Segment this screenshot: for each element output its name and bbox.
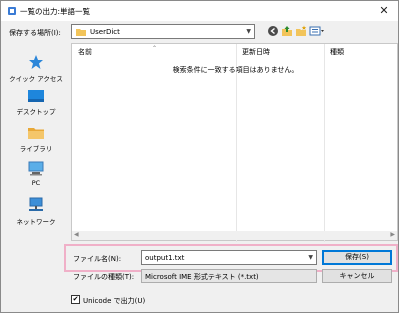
horizontal-scrollbar[interactable]: ◀ ▶: [72, 231, 397, 240]
save-button[interactable]: 保存(S): [322, 250, 392, 265]
save-location-select[interactable]: UserDict ▼: [71, 24, 255, 39]
places-sidebar: クイック アクセス デスクトップ ライブラリ PC ネットワーク: [1, 43, 71, 241]
save-dialog: 一覧の出力:単語一覧 ✕ 保存する場所(I): UserDict ▼ クイック …: [0, 0, 399, 313]
file-list[interactable]: 名前 ⌃ 更新日時 種類 検索条件に一致する項目はありません。 ◀ ▶: [71, 43, 398, 242]
filename-input[interactable]: [142, 251, 305, 264]
empty-message: 検索条件に一致する項目はありません。: [172, 66, 299, 74]
star-icon: [29, 55, 43, 69]
column-header-type[interactable]: 種類: [324, 44, 397, 60]
filename-label: ファイル名(N):: [73, 255, 122, 263]
save-location-value: UserDict: [90, 28, 120, 36]
computer-icon: [28, 161, 44, 176]
close-button[interactable]: ✕: [373, 3, 395, 19]
window-title: 一覧の出力:単語一覧: [20, 7, 91, 16]
column-header-modified[interactable]: 更新日時: [236, 44, 324, 60]
sidebar-item-label: クイック アクセス: [9, 75, 63, 83]
new-folder-icon[interactable]: [295, 25, 307, 37]
up-folder-icon[interactable]: [281, 25, 293, 37]
back-icon[interactable]: [267, 25, 279, 37]
folder-icon: [76, 29, 86, 36]
sidebar-item-libraries[interactable]: ライブラリ: [1, 125, 71, 153]
filename-combobox[interactable]: ▼: [141, 250, 317, 265]
sidebar-item-label: ライブラリ: [19, 145, 53, 153]
scroll-left-icon[interactable]: ◀: [74, 231, 79, 238]
sidebar-item-desktop[interactable]: デスクトップ: [1, 89, 71, 116]
sidebar-item-label: PC: [31, 179, 41, 187]
chevron-down-icon[interactable]: ▼: [308, 254, 313, 261]
sidebar-item-label: ネットワーク: [16, 218, 56, 226]
sidebar-item-pc[interactable]: PC: [1, 161, 71, 187]
sidebar-item-network[interactable]: ネットワーク: [1, 197, 71, 226]
app-icon: [8, 7, 16, 15]
chevron-down-icon: ▼: [246, 28, 251, 35]
unicode-checkbox[interactable]: ✔: [71, 295, 80, 304]
view-menu-icon[interactable]: [309, 25, 325, 37]
unicode-label: Unicode で出力(U): [83, 297, 146, 305]
filetype-value: Microsoft IME 形式テキスト (*.txt): [145, 273, 259, 281]
sidebar-item-quick-access[interactable]: クイック アクセス: [1, 54, 71, 83]
filetype-select[interactable]: Microsoft IME 形式テキスト (*.txt): [141, 269, 317, 283]
sidebar-item-label: デスクトップ: [16, 108, 56, 116]
cancel-button[interactable]: キャンセル: [322, 269, 392, 283]
desktop-icon: [28, 90, 44, 102]
save-location-label: 保存する場所(I):: [9, 29, 61, 37]
filetype-label: ファイルの種類(T):: [73, 273, 135, 281]
sort-ascending-icon: ⌃: [152, 45, 158, 52]
library-icon: [28, 128, 44, 139]
network-icon: [29, 197, 43, 211]
title-bar: 一覧の出力:単語一覧 ✕: [1, 1, 398, 21]
scroll-right-icon[interactable]: ▶: [390, 231, 395, 238]
